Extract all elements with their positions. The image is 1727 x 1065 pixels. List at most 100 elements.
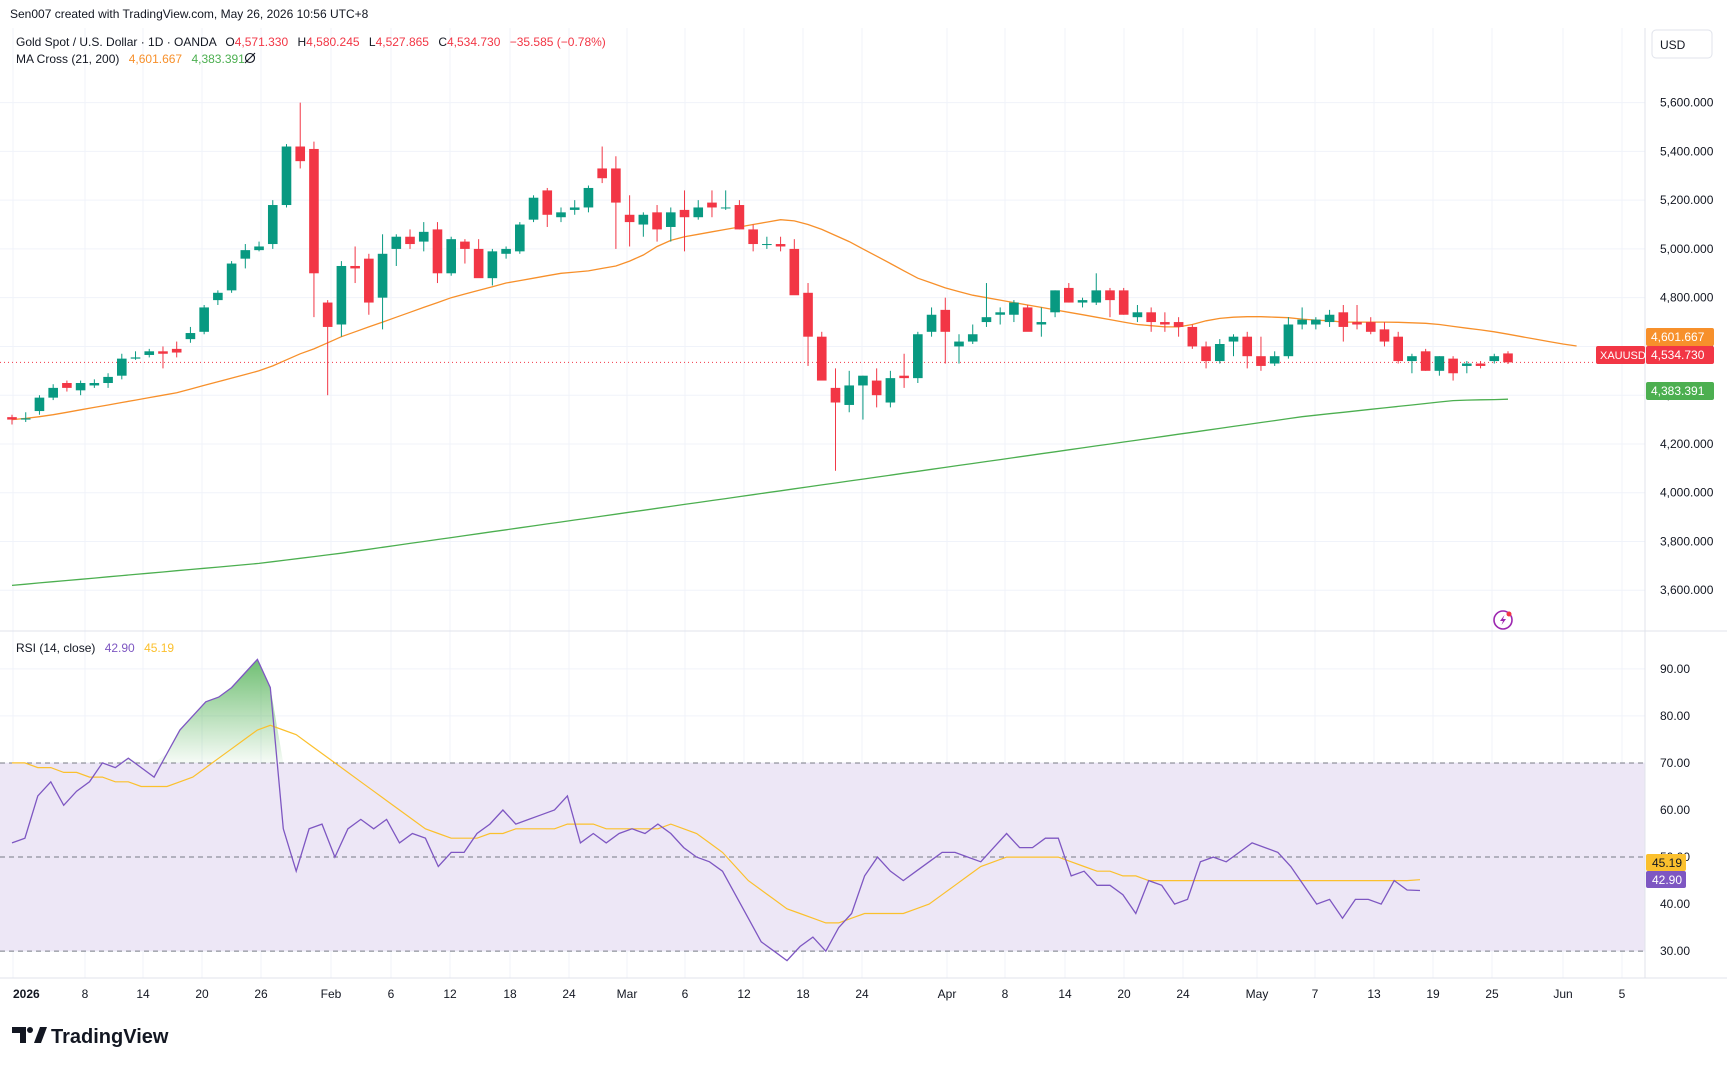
candle[interactable] [707,190,717,218]
candle[interactable] [515,222,525,254]
candle[interactable] [1338,304,1349,342]
candle[interactable] [473,239,484,279]
candle[interactable] [844,370,855,413]
candle[interactable] [432,222,443,284]
candle[interactable] [1173,317,1184,337]
candle[interactable] [1077,297,1088,308]
candle[interactable] [1214,339,1225,364]
candle[interactable] [624,195,635,247]
candle[interactable] [1118,287,1129,315]
candle[interactable] [1256,336,1266,371]
candles[interactable] [7,102,1513,471]
candle[interactable] [1036,307,1047,337]
eye-off-icon[interactable] [244,52,256,64]
candle[interactable] [1489,353,1500,364]
candle[interactable] [1352,304,1362,330]
candle[interactable] [267,200,278,249]
candle[interactable] [1228,334,1239,357]
candle[interactable] [336,261,347,337]
candle[interactable] [103,373,113,388]
candle[interactable] [1187,324,1198,349]
candle[interactable] [309,141,319,318]
candle[interactable] [116,353,127,380]
candle[interactable] [913,331,923,384]
legend-ma[interactable]: MA Cross (21, 200) 4,601.667 4,383.391 [16,52,245,66]
candle[interactable] [34,395,45,415]
candle[interactable] [830,368,841,471]
candle[interactable] [158,346,168,369]
candle[interactable] [1105,287,1115,318]
candle[interactable] [652,205,662,242]
candle[interactable] [350,246,360,284]
candle[interactable] [1022,304,1033,332]
candle[interactable] [130,351,141,360]
candle[interactable] [858,375,868,420]
symbol-tag[interactable]: XAUUSD [1596,346,1646,364]
candle[interactable] [1462,361,1472,374]
rsi-legend[interactable]: RSI (14, close) 42.90 45.19 [16,641,174,655]
candle[interactable] [1324,309,1335,327]
candle[interactable] [597,146,607,184]
candle[interactable] [1146,307,1156,332]
candle[interactable] [954,334,964,364]
candle[interactable] [926,307,937,337]
candle[interactable] [226,261,237,293]
candle[interactable] [254,241,264,252]
candle[interactable] [1407,353,1417,374]
candle[interactable] [885,370,896,408]
candle[interactable] [803,283,813,366]
candle[interactable] [967,324,978,344]
candle[interactable] [1475,361,1486,369]
candle[interactable] [1160,312,1170,332]
candle[interactable] [446,236,456,276]
candle[interactable] [693,200,704,220]
candle[interactable] [281,144,292,208]
candle[interactable] [569,200,580,215]
candle[interactable] [556,207,566,223]
chart-canvas[interactable]: 5,600.000 5,400.000 5,200.000 5,000.000 4,80… [0,0,1727,1065]
candle[interactable] [583,185,594,213]
candle[interactable] [1009,300,1019,323]
candle[interactable] [679,190,690,252]
candle[interactable] [418,222,429,252]
candle[interactable] [1448,356,1458,381]
candle[interactable] [638,212,649,237]
candle[interactable] [213,290,223,305]
candle[interactable] [871,368,882,408]
candle[interactable] [460,239,470,264]
candle[interactable] [734,200,745,230]
candle[interactable] [1393,331,1404,364]
time-axis[interactable]: 2026 8 14 20 26 Feb 6 12 18 24 Mar 6 12 18 24 Apr 8 14 20 2… [13,987,1626,1001]
candle[interactable] [816,331,827,381]
candle[interactable] [1091,273,1102,305]
tradingview-logo[interactable]: TradingView [12,1026,169,1048]
candle[interactable] [89,379,100,388]
candle[interactable] [391,234,402,266]
candle[interactable] [995,307,1005,325]
lightning-icon[interactable] [1493,610,1513,630]
candle[interactable] [405,229,415,249]
candle[interactable] [1132,304,1143,323]
candle[interactable] [185,326,196,343]
candle[interactable] [75,380,86,396]
candle[interactable] [1434,356,1445,376]
candle[interactable] [665,207,676,242]
candle[interactable] [501,246,511,259]
candle[interactable] [1420,348,1431,371]
candle[interactable] [1503,351,1513,365]
candle[interactable] [1050,290,1060,318]
candle[interactable] [199,304,209,335]
candle[interactable] [487,248,498,286]
candle[interactable] [1201,341,1211,369]
candle[interactable] [62,380,72,392]
candle[interactable] [295,102,306,169]
candle[interactable] [1242,331,1253,369]
candle[interactable] [789,239,800,296]
rsi-axis[interactable]: 90.0080.0070.0060.0050.0040.0030.00 [1660,662,1690,958]
candle[interactable] [748,224,758,252]
candle[interactable] [1283,317,1294,359]
candle[interactable] [240,244,251,269]
candle[interactable] [48,384,58,401]
candle[interactable] [1379,322,1390,347]
candle[interactable] [940,297,951,364]
